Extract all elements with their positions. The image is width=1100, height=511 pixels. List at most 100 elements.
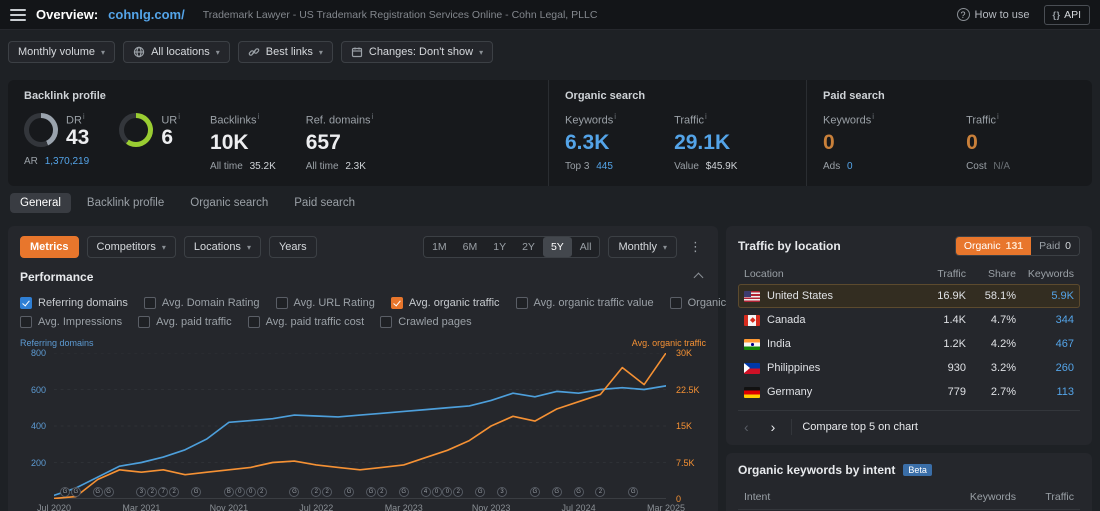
granularity-dropdown[interactable]: Monthly ▾ [608, 236, 677, 258]
google-update-marker-icon[interactable]: G [70, 487, 81, 497]
target-domain-link[interactable]: cohnlg.com/ [108, 7, 185, 22]
api-button[interactable]: { } API [1043, 4, 1090, 25]
google-update-marker-icon[interactable]: G [344, 487, 355, 497]
metrics-button[interactable]: Metrics [20, 236, 79, 258]
keywords-link[interactable]: 260 [1056, 362, 1074, 374]
location-row-germany[interactable]: Germany 779 2.7% 113 [738, 380, 1080, 404]
legend-avg-impressions[interactable]: Avg. Impressions [20, 316, 122, 328]
google-update-marker-icon[interactable]: 0 [431, 487, 442, 497]
range-all-button[interactable]: All [572, 237, 600, 257]
google-update-marker-icon[interactable]: G [529, 487, 540, 497]
organic-search-section: Organic search Keywordsi 6.3K Top 3 445 … [548, 80, 806, 186]
page-subtitle: Trademark Lawyer - US Trademark Registra… [202, 8, 598, 21]
google-update-marker-icon[interactable]: 2 [376, 487, 387, 497]
keywords-by-intent-title: Organic keywords by intent [738, 463, 896, 477]
chevron-down-icon: ▾ [101, 47, 106, 57]
legend-avg-organic-traffic-value[interactable]: Avg. organic traffic value [515, 297, 654, 309]
top3-value[interactable]: 445 [596, 161, 613, 172]
tab-organic-search[interactable]: Organic search [180, 193, 278, 213]
range-5y-button[interactable]: 5Y [542, 237, 572, 257]
google-update-marker-icon[interactable]: 2 [256, 487, 267, 497]
ads-value[interactable]: 0 [847, 161, 853, 172]
google-update-marker-icon[interactable]: G [103, 487, 114, 497]
google-update-marker-icon[interactable]: G [573, 487, 584, 497]
google-update-marker-icon[interactable]: 7 [158, 487, 169, 497]
keywords-link[interactable]: 113 [1056, 386, 1074, 398]
tab-general[interactable]: General [10, 193, 71, 213]
monthly-volume-dropdown[interactable]: Monthly volume ▾ [8, 41, 116, 63]
google-update-marker-icon[interactable]: G [628, 487, 639, 497]
range-1m-button[interactable]: 1M [424, 237, 455, 257]
keywords-link[interactable]: 5.9K [1051, 290, 1074, 302]
all-locations-dropdown[interactable]: All locations ▾ [123, 41, 230, 63]
location-row-india[interactable]: India 1.2K 4.2% 467 [738, 332, 1080, 356]
google-update-marker-icon[interactable]: 2 [595, 487, 606, 497]
google-update-marker-icon[interactable]: 3 [497, 487, 508, 497]
google-update-marker-icon[interactable]: G [191, 487, 202, 497]
google-update-marker-icon[interactable]: G [289, 487, 300, 497]
google-update-marker-icon[interactable]: G [398, 487, 409, 497]
best-links-dropdown[interactable]: Best links ▾ [237, 41, 333, 63]
ads-line: Ads 0 [823, 160, 853, 172]
chart-plot-area[interactable]: 800 600 400 200 30K 22.5K 15K 7.5K 0 Jul 2020 Mar … [31, 348, 700, 511]
google-update-marker-icon[interactable]: 2 [169, 487, 180, 497]
location-row-philippines[interactable]: Philippines 930 3.2% 260 [738, 356, 1080, 380]
years-button[interactable]: Years [268, 236, 317, 258]
range-2y-button[interactable]: 2Y [514, 237, 543, 257]
legend-avg-organic-traffic[interactable]: Avg. organic traffic [390, 297, 500, 309]
ahrefs-rank-value[interactable]: 1,370,219 [45, 156, 90, 167]
organic-traffic-value[interactable]: 29.1K [674, 131, 737, 154]
location-row-canada[interactable]: Canada 1.4K 4.7% 344 [738, 308, 1080, 332]
backlinks-value[interactable]: 10K [210, 131, 276, 154]
legend-avg-domain-rating[interactable]: Avg. Domain Rating [143, 297, 260, 309]
organic-keywords-value[interactable]: 6.3K [565, 131, 616, 154]
keywords-link[interactable]: 344 [1056, 314, 1074, 326]
legend-referring-domains[interactable]: Referring domains [20, 297, 128, 309]
x-axis-tick: Mar 2023 [384, 503, 423, 511]
keywords-link[interactable]: 467 [1056, 338, 1074, 350]
google-update-marker-icon[interactable]: 2 [453, 487, 464, 497]
collapse-icon[interactable] [693, 272, 704, 282]
info-icon: i [257, 112, 260, 121]
changes-dropdown[interactable]: Changes: Don't show ▾ [340, 41, 494, 63]
google-update-marker-icon[interactable]: 0 [245, 487, 256, 497]
organic-toggle-button[interactable]: Organic 131 [955, 237, 1032, 255]
how-to-use-link[interactable]: ? How to use [956, 8, 1030, 21]
divider [791, 419, 793, 435]
checkbox-icon [515, 297, 528, 309]
kebab-menu-icon[interactable]: ⋮ [685, 239, 706, 255]
google-update-marker-icon[interactable]: B [223, 487, 234, 497]
tab-backlink-profile[interactable]: Backlink profile [77, 193, 174, 213]
google-update-marker-icon[interactable]: 0 [442, 487, 453, 497]
google-update-marker-icon[interactable]: 0 [234, 487, 245, 497]
compare-top5-button[interactable]: Compare top 5 on chart [802, 421, 918, 433]
locations-dropdown[interactable]: Locations ▾ [183, 236, 261, 258]
organic-count: 131 [1005, 240, 1024, 252]
traffic-by-location-card: Traffic by location Organic 131 Paid 0 L… [726, 226, 1092, 445]
refdomains-value[interactable]: 657 [306, 131, 374, 154]
google-update-marker-icon[interactable]: G [365, 487, 376, 497]
page-next-icon[interactable]: › [765, 420, 782, 434]
google-update-marker-icon[interactable]: 2 [322, 487, 333, 497]
google-update-marker-icon[interactable]: 4 [420, 487, 431, 497]
legend-avg-paid-traffic[interactable]: Avg. paid traffic [138, 316, 232, 328]
google-update-marker-icon[interactable]: 2 [311, 487, 322, 497]
competitors-dropdown[interactable]: Competitors ▾ [86, 236, 176, 258]
menu-icon[interactable] [10, 8, 26, 21]
legend-avg-paid-traffic-cost[interactable]: Avg. paid traffic cost [247, 316, 364, 328]
legend-avg-url-rating[interactable]: Avg. URL Rating [275, 297, 375, 309]
paid-toggle-button[interactable]: Paid 0 [1031, 237, 1079, 255]
page-prev-icon[interactable]: ‹ [738, 420, 755, 434]
range-1y-button[interactable]: 1Y [485, 237, 514, 257]
range-6m-button[interactable]: 6M [455, 237, 486, 257]
google-update-marker-icon[interactable]: G [551, 487, 562, 497]
legend-crawled-pages[interactable]: Crawled pages [380, 316, 472, 328]
location-row-united-states[interactable]: United States 16.9K 58.1% 5.9K [738, 284, 1080, 308]
tab-paid-search[interactable]: Paid search [284, 193, 365, 213]
col-keywords: Keywords [969, 491, 1016, 503]
google-update-marker-icon[interactable]: G [475, 487, 486, 497]
google-update-marker-icon[interactable]: 2 [147, 487, 158, 497]
google-update-marker-icon[interactable]: 3 [136, 487, 147, 497]
google-update-marker-icon[interactable]: G [92, 487, 103, 497]
google-update-marker-icon[interactable]: G [59, 487, 70, 497]
